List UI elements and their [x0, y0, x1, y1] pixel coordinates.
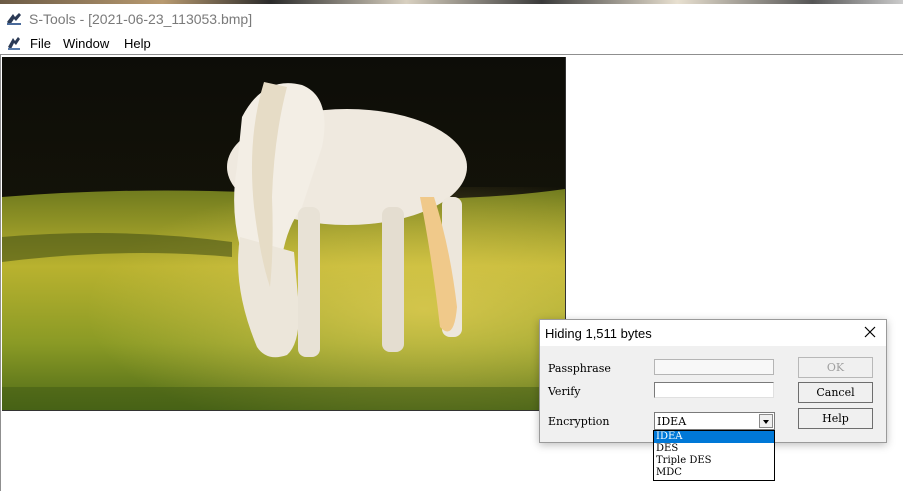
- verify-field[interactable]: [654, 382, 774, 398]
- verify-label: Verify: [548, 385, 581, 398]
- encryption-option-des[interactable]: DES: [654, 443, 774, 455]
- window-title: S-Tools - [2021-06-23_113053.bmp]: [29, 11, 253, 27]
- window-titlebar: S-Tools - [2021-06-23_113053.bmp]: [0, 4, 903, 32]
- encryption-option-idea[interactable]: IDEA: [654, 431, 774, 443]
- dialog-titlebar: Hiding 1,511 bytes: [540, 320, 886, 346]
- menu-window[interactable]: Window: [63, 36, 109, 51]
- menu-file[interactable]: File: [30, 36, 51, 51]
- passphrase-label: Passphrase: [548, 362, 611, 375]
- s-tools-app-icon[interactable]: [6, 12, 22, 26]
- menu-bar: File Window Help: [0, 32, 903, 54]
- chevron-down-icon[interactable]: [759, 414, 773, 428]
- hiding-dialog: Hiding 1,511 bytes Passphrase Verify Enc…: [539, 319, 887, 443]
- close-icon[interactable]: [862, 324, 878, 340]
- white-horse-grazing-photo: [2, 57, 565, 410]
- dialog-title: Hiding 1,511 bytes: [545, 326, 652, 341]
- ok-button[interactable]: OK: [798, 357, 873, 378]
- encryption-dropdown-list: IDEA DES Triple DES MDC: [653, 430, 775, 481]
- cancel-button[interactable]: Cancel: [798, 382, 873, 403]
- encryption-selected-value: IDEA: [657, 415, 687, 428]
- document-mdi-icon[interactable]: [6, 35, 22, 51]
- encryption-option-triple-des[interactable]: Triple DES: [654, 455, 774, 467]
- menu-help[interactable]: Help: [124, 36, 151, 51]
- encryption-option-mdc[interactable]: MDC: [654, 467, 774, 479]
- passphrase-field[interactable]: [654, 359, 774, 375]
- help-button[interactable]: Help: [798, 408, 873, 429]
- encryption-label: Encryption: [548, 415, 610, 428]
- bitmap-image-view[interactable]: [2, 57, 566, 411]
- encryption-select[interactable]: IDEA: [654, 412, 775, 430]
